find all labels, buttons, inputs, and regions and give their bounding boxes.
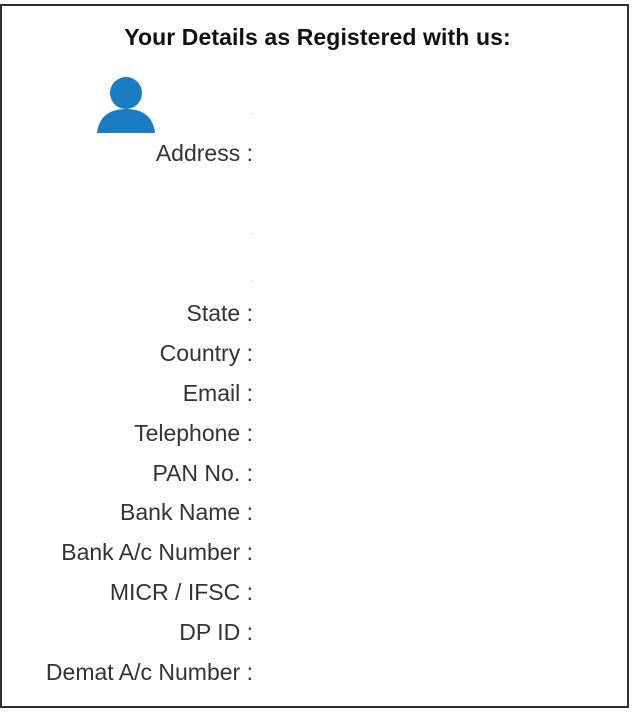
email-label: Email : <box>182 380 253 406</box>
details-panel <box>0 4 629 708</box>
micr-ifsc-label: MICR / IFSC : <box>109 579 253 605</box>
address-line-marker <box>251 113 253 115</box>
pan-label: PAN No. : <box>152 460 253 486</box>
telephone-label: Telephone : <box>134 420 253 446</box>
demat-account-label: Demat A/c Number : <box>45 659 253 685</box>
user-icon <box>96 76 156 134</box>
bank-account-label: Bank A/c Number : <box>61 539 253 565</box>
panel-title: Your Details as Registered with us: <box>124 24 511 50</box>
address-line-marker <box>251 280 253 282</box>
state-label: State : <box>186 300 253 326</box>
country-label: Country : <box>159 340 253 366</box>
bank-name-label: Bank Name : <box>120 499 253 525</box>
address-line-marker <box>251 233 253 235</box>
dp-id-label: DP ID : <box>179 619 253 645</box>
address-label: Address : <box>155 140 253 166</box>
